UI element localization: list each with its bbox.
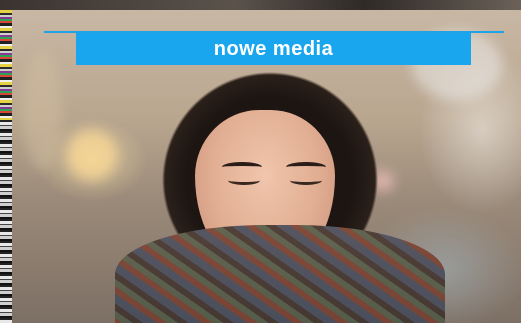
magazine-page: nowe media: [0, 0, 521, 323]
top-photo-strip: [0, 0, 521, 10]
page-spine-barcode: [0, 120, 12, 323]
knit-scarf: [115, 225, 445, 323]
section-title-banner: nowe media: [76, 33, 471, 65]
left-eye: [228, 176, 260, 185]
left-eyebrow: [222, 162, 262, 172]
section-title: nowe media: [213, 37, 334, 60]
right-eye: [290, 176, 322, 185]
right-eyebrow: [286, 162, 326, 172]
